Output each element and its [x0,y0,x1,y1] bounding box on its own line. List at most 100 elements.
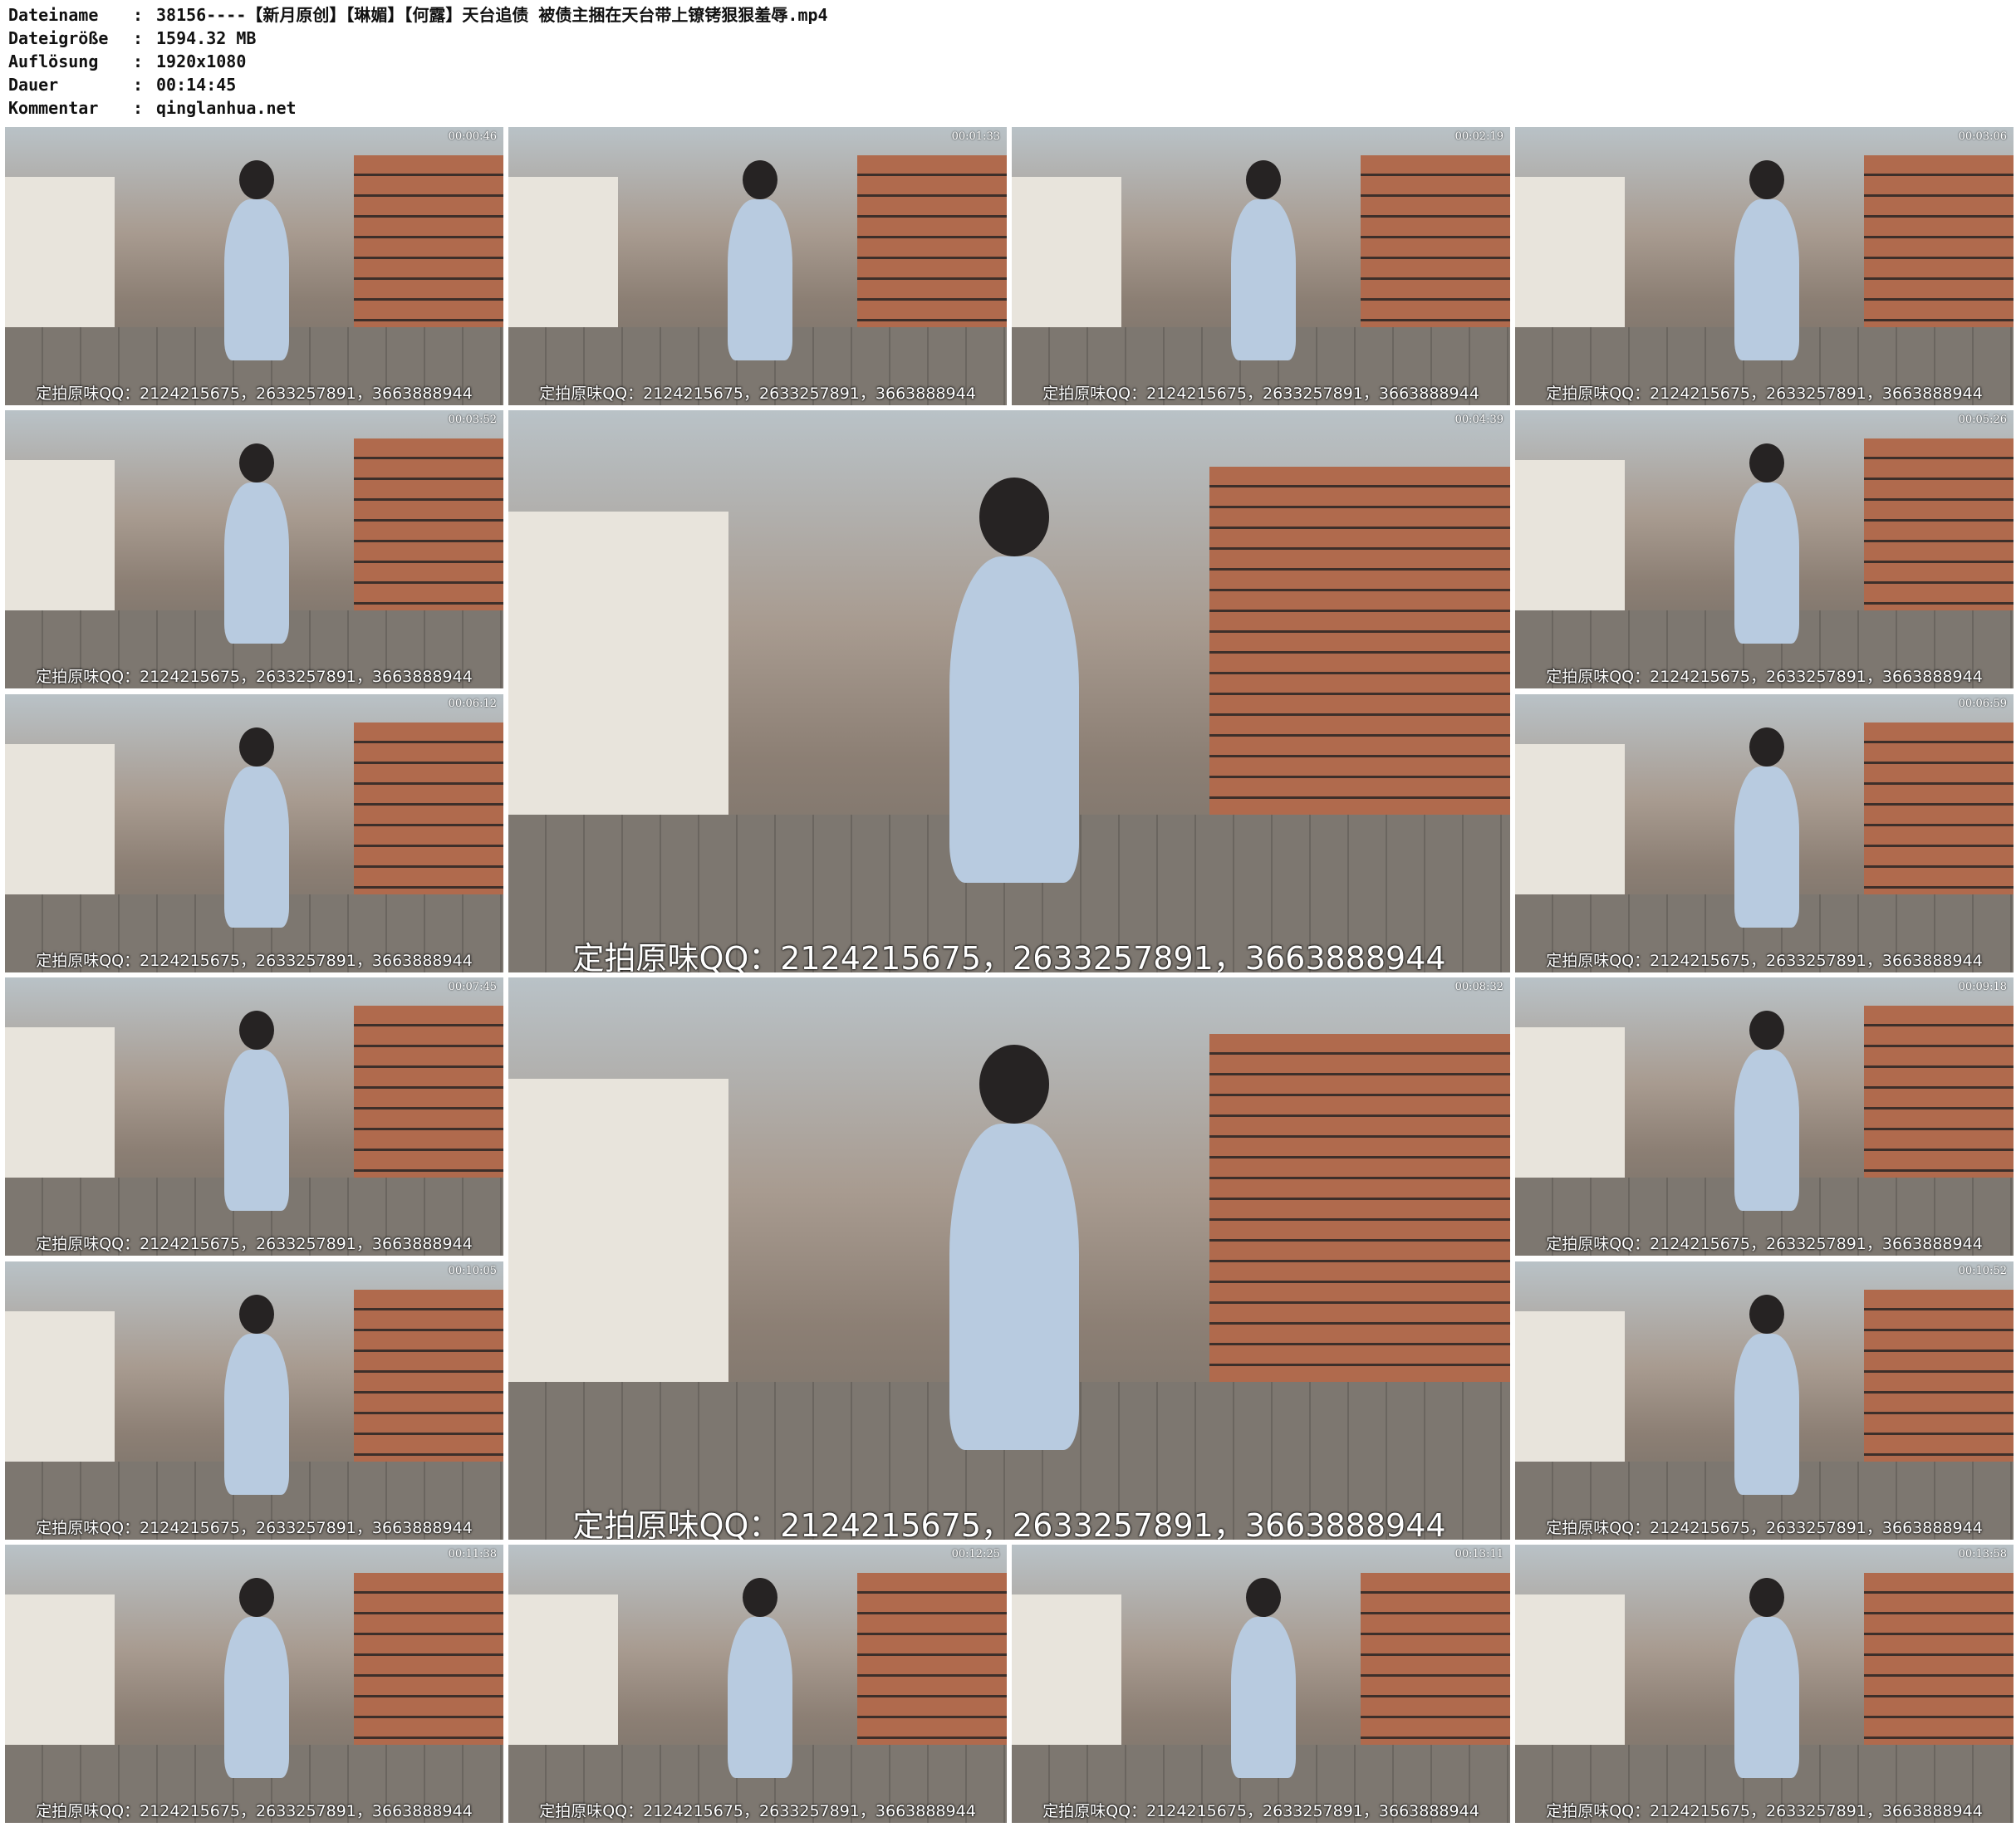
scene-figure-head [239,1295,274,1335]
frame-timestamp: 00:03:52 [448,414,497,426]
info-value: 38156----【新月原创】【琳媚】【何露】天台追债 被债主捆在天台带上镣铐狠… [156,5,828,25]
video-frame-thumbnail: 00:12:25 定拍原味QQ：2124215675，2633257891，366… [508,1545,1007,1823]
scene-figure-head [1749,1295,1784,1335]
video-frame-thumbnail: 00:03:06 定拍原味QQ：2124215675，2633257891，366… [1515,127,2014,405]
info-row-duration: Dauer:00:14:45 [8,75,237,95]
video-frame-thumbnail: 00:02:19 定拍原味QQ：2124215675，2633257891，366… [1012,127,1510,405]
scene-figure-head [1749,1011,1784,1051]
watermark-caption: 定拍原味QQ：2124215675，2633257891，3663888944 [1546,1802,1983,1820]
info-label: Dateiname [8,5,99,25]
scene-figure [1734,1334,1799,1496]
scene-figure-head [979,1045,1050,1124]
frame-timestamp: 00:04:39 [1454,414,1503,426]
video-frame-thumbnail: 00:01:33 定拍原味QQ：2124215675，2633257891，366… [508,127,1007,405]
video-frame-thumbnail: 00:00:46 定拍原味QQ：2124215675，2633257891，366… [5,127,503,405]
frame-timestamp: 00:13:58 [1958,1548,2007,1560]
frame-timestamp: 00:08:32 [1454,981,1503,993]
file-info-header: Dateiname:38156----【新月原创】【琳媚】【何露】天台追债 被债… [8,3,828,120]
info-label: Kommentar [8,98,99,118]
scene-figure-head [239,1011,274,1051]
video-frame-thumbnail: 00:06:59 定拍原味QQ：2124215675，2633257891，366… [1515,694,2014,972]
scene-figure-head [743,160,777,200]
info-label: Dateigröße [8,28,109,48]
frame-timestamp: 00:06:12 [448,698,497,710]
scene-figure-head [1749,727,1784,767]
watermark-caption: 定拍原味QQ：2124215675，2633257891，3663888944 [572,1507,1446,1540]
scene-figure [1231,199,1296,361]
scene-figure-head [1246,160,1281,200]
video-frame-thumbnail: 00:06:12 定拍原味QQ：2124215675，2633257891，366… [5,694,503,972]
frame-timestamp: 00:03:06 [1958,130,2007,143]
info-row-resolution: Auflösung:1920x1080 [8,51,247,71]
scene-figure [728,199,792,361]
frame-timestamp: 00:10:52 [1958,1265,2007,1277]
frame-timestamp: 00:00:46 [448,130,497,143]
watermark-caption: 定拍原味QQ：2124215675，2633257891，3663888944 [1546,952,1983,970]
watermark-caption: 定拍原味QQ：2124215675，2633257891，3663888944 [1546,1519,1983,1537]
scene-figure-head [239,1578,274,1618]
scene-figure [1734,1050,1799,1212]
scene-figure [224,767,289,928]
scene-figure [224,482,289,644]
video-frame-thumbnail: 00:08:32 定拍原味QQ：2124215675，2633257891，366… [508,977,1510,1540]
scene-figure [1734,767,1799,928]
scene-figure-head [239,160,274,200]
info-label: Auflösung [8,51,99,71]
video-frame-thumbnail: 00:04:39 定拍原味QQ：2124215675，2633257891，366… [508,410,1510,972]
scene-figure [224,1334,289,1496]
scene-figure [949,1124,1080,1450]
video-frame-thumbnail: 00:10:52 定拍原味QQ：2124215675，2633257891，366… [1515,1261,2014,1540]
scene-figure-head [1749,160,1784,200]
watermark-caption: 定拍原味QQ：2124215675，2633257891，3663888944 [1042,385,1479,403]
scene-figure [224,199,289,361]
scene-figure [1734,482,1799,644]
watermark-caption: 定拍原味QQ：2124215675，2633257891，3663888944 [1546,1235,1983,1253]
video-frame-thumbnail: 00:09:18 定拍原味QQ：2124215675，2633257891，366… [1515,977,2014,1256]
info-value: qinglanhua.net [156,98,297,118]
scene-figure-head [979,478,1050,556]
frame-timestamp: 00:09:18 [1958,981,2007,993]
watermark-caption: 定拍原味QQ：2124215675，2633257891，3663888944 [36,1519,473,1537]
info-value: 1594.32 MB [156,28,257,48]
video-frame-thumbnail: 00:13:11 定拍原味QQ：2124215675，2633257891，366… [1012,1545,1510,1823]
scene-figure-head [239,443,274,483]
video-frame-thumbnail: 00:11:38 定拍原味QQ：2124215675，2633257891，366… [5,1545,503,1823]
frame-timestamp: 00:01:33 [951,130,1000,143]
video-frame-thumbnail: 00:03:52 定拍原味QQ：2124215675，2633257891，366… [5,410,503,688]
watermark-caption: 定拍原味QQ：2124215675，2633257891，3663888944 [36,1235,473,1253]
frame-timestamp: 00:10:05 [448,1265,497,1277]
scene-figure [224,1617,289,1779]
frame-timestamp: 00:05:26 [1958,414,2007,426]
video-frame-thumbnail: 00:13:58 定拍原味QQ：2124215675，2633257891，366… [1515,1545,2014,1823]
frame-timestamp: 00:11:38 [448,1548,497,1560]
info-value: 1920x1080 [156,51,247,71]
frame-timestamp: 00:07:45 [448,981,497,993]
video-frame-thumbnail: 00:07:45 定拍原味QQ：2124215675，2633257891，366… [5,977,503,1256]
scene-figure [224,1050,289,1212]
info-row-filename: Dateiname:38156----【新月原创】【琳媚】【何露】天台追债 被债… [8,5,828,25]
video-frame-thumbnail: 00:10:05 定拍原味QQ：2124215675，2633257891，366… [5,1261,503,1540]
scene-figure [1734,1617,1799,1779]
frame-timestamp: 00:02:19 [1454,130,1503,143]
watermark-caption: 定拍原味QQ：2124215675，2633257891，3663888944 [1546,385,1983,403]
scene-figure [1231,1617,1296,1779]
scene-figure [1734,199,1799,361]
frame-timestamp: 00:12:25 [951,1548,1000,1560]
watermark-caption: 定拍原味QQ：2124215675，2633257891，3663888944 [1546,668,1983,686]
scene-figure-head [239,727,274,767]
frame-timestamp: 00:06:59 [1958,698,2007,710]
scene-figure-head [1749,443,1784,483]
watermark-caption: 定拍原味QQ：2124215675，2633257891，3663888944 [1042,1802,1479,1820]
watermark-caption: 定拍原味QQ：2124215675，2633257891，3663888944 [572,940,1446,972]
frame-timestamp: 00:13:11 [1454,1548,1503,1560]
watermark-caption: 定拍原味QQ：2124215675，2633257891，3663888944 [539,385,976,403]
scene-figure-head [743,1578,777,1618]
watermark-caption: 定拍原味QQ：2124215675，2633257891，3663888944 [36,1802,473,1820]
watermark-caption: 定拍原味QQ：2124215675，2633257891，3663888944 [36,385,473,403]
info-label: Dauer [8,75,59,95]
scene-figure-head [1749,1578,1784,1618]
scene-figure-head [1246,1578,1281,1618]
watermark-caption: 定拍原味QQ：2124215675，2633257891，3663888944 [36,668,473,686]
info-row-filesize: Dateigröße:1594.32 MB [8,28,257,48]
info-row-comment: Kommentar: qinglanhua.net [8,98,297,118]
